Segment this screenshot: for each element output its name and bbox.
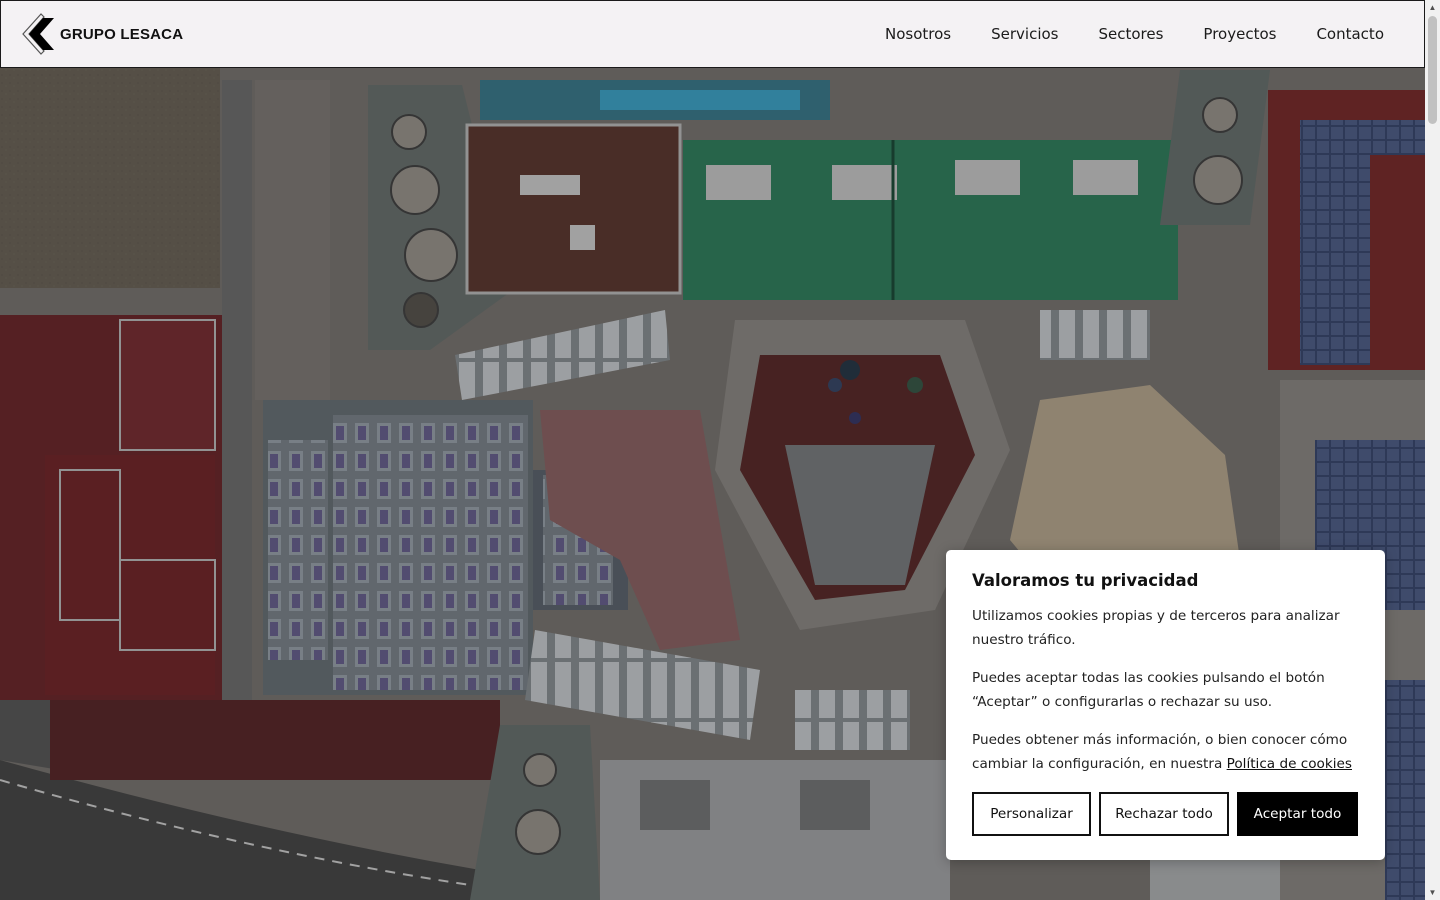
customize-button[interactable]: Personalizar xyxy=(972,792,1091,836)
main-nav: Nosotros Servicios Sectores Proyectos Co… xyxy=(885,25,1404,43)
reject-all-button[interactable]: Rechazar todo xyxy=(1099,792,1229,836)
accept-all-button[interactable]: Aceptar todo xyxy=(1237,792,1358,836)
cookie-paragraph-2: Puedes aceptar todas las cookies pulsand… xyxy=(972,670,1325,710)
triangle-down-icon[interactable]: ▼ xyxy=(1425,885,1440,900)
nav-item-nosotros[interactable]: Nosotros xyxy=(885,25,951,43)
cookie-policy-link[interactable]: Política de cookies xyxy=(1227,756,1352,772)
cookie-title: Valoramos tu privacidad xyxy=(972,571,1199,590)
nav-item-sectores[interactable]: Sectores xyxy=(1098,25,1163,43)
nav-item-contacto[interactable]: Contacto xyxy=(1316,25,1384,43)
nav-item-proyectos[interactable]: Proyectos xyxy=(1203,25,1276,43)
scrollbar-thumb[interactable] xyxy=(1428,16,1437,124)
site-header: GRUPO LESACA Nosotros Servicios Sectores… xyxy=(0,0,1425,68)
page-scrollbar[interactable]: ▲ ▼ xyxy=(1425,0,1440,900)
cookie-paragraph-1: Utilizamos cookies propias y de terceros… xyxy=(972,608,1340,648)
chevron-left-logo-icon xyxy=(22,13,54,55)
logo-text: GRUPO LESACA xyxy=(60,25,184,43)
triangle-up-icon[interactable]: ▲ xyxy=(1425,0,1440,15)
cookie-paragraph-3: Puedes obtener más información, o bien c… xyxy=(972,728,1359,776)
nav-item-servicios[interactable]: Servicios xyxy=(991,25,1058,43)
cookie-buttons: Personalizar Rechazar todo Aceptar todo xyxy=(972,792,1359,836)
logo[interactable]: GRUPO LESACA xyxy=(21,13,183,55)
cookie-consent-panel: Valoramos tu privacidad Utilizamos cooki… xyxy=(946,550,1385,860)
